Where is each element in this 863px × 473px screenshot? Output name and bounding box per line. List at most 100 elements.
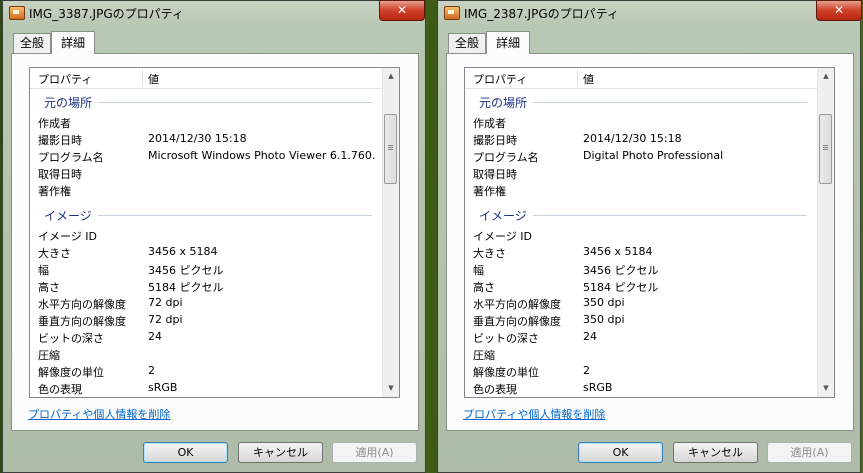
properties-window-right: IMG_2387.JPGのプロパティ ✕ 全般 詳細 プロパティ 値 元の場所 … <box>437 0 862 473</box>
property-list[interactable]: プロパティ 値 元の場所 作成者 撮影日時 2014/12/30 15:18 プロ… <box>464 67 835 398</box>
scrollbar-thumb[interactable] <box>819 114 832 184</box>
tab-general[interactable]: 全般 <box>448 33 486 53</box>
property-name: 撮影日時 <box>38 134 82 147</box>
tab-details[interactable]: 詳細 <box>51 31 95 54</box>
scrollbar-thumb[interactable] <box>384 114 397 184</box>
property-row[interactable]: 作成者 <box>465 114 817 131</box>
property-name: 垂直方向の解像度 <box>473 315 561 328</box>
vertical-scrollbar[interactable]: ▲ ▼ <box>382 68 399 397</box>
remove-properties-link[interactable]: プロパティや個人情報を削除 <box>463 406 605 422</box>
property-row[interactable]: ビットの深さ 24 <box>465 329 817 346</box>
title-bar[interactable]: IMG_2387.JPGのプロパティ ✕ <box>438 0 862 27</box>
property-row[interactable]: 取得日時 <box>465 165 817 182</box>
property-row[interactable]: 大きさ 3456 x 5184 <box>465 244 817 261</box>
group-origin: 元の場所 <box>465 94 817 111</box>
property-name: 大きさ <box>473 247 506 260</box>
property-row[interactable]: 水平方向の解像度 72 dpi <box>30 295 382 312</box>
column-header-property[interactable]: プロパティ <box>38 71 92 87</box>
scroll-down-icon[interactable]: ▼ <box>818 380 834 397</box>
scroll-up-icon[interactable]: ▲ <box>818 68 834 85</box>
property-name: ビットの深さ <box>473 332 539 345</box>
property-value: 3456 ピクセル <box>583 264 659 277</box>
property-row[interactable]: 著作権 <box>465 182 817 199</box>
properties-window-left: IMG_3387.JPGのプロパティ ✕ 全般 詳細 プロパティ 値 元の場所 … <box>2 0 426 473</box>
close-icon: ✕ <box>833 3 845 17</box>
property-row[interactable]: 水平方向の解像度 350 dpi <box>465 295 817 312</box>
details-panel: プロパティ 値 元の場所 作成者 撮影日時 2014/12/30 15:18 プロ… <box>446 53 854 431</box>
remove-properties-link[interactable]: プロパティや個人情報を削除 <box>28 406 170 422</box>
property-row[interactable]: プログラム名 Microsoft Windows Photo Viewer 6.1… <box>30 148 382 165</box>
group-image: イメージ <box>30 207 382 224</box>
close-button[interactable]: ✕ <box>379 0 425 21</box>
property-name: 高さ <box>38 281 60 294</box>
property-name: 大きさ <box>38 247 71 260</box>
ok-button[interactable]: OK <box>578 442 663 463</box>
property-row[interactable]: 圧縮 <box>30 346 382 363</box>
cancel-button[interactable]: キャンセル <box>238 442 323 463</box>
list-header: プロパティ 値 <box>465 68 817 89</box>
property-name: 作成者 <box>38 117 71 130</box>
column-header-property[interactable]: プロパティ <box>473 71 527 87</box>
property-value: 2 <box>583 364 590 377</box>
image-file-icon <box>9 6 25 20</box>
property-row[interactable]: 色の表現 sRGB <box>465 380 817 397</box>
property-row[interactable]: 垂直方向の解像度 350 dpi <box>465 312 817 329</box>
property-name: ビットの深さ <box>38 332 104 345</box>
property-row[interactable]: プログラム名 Digital Photo Professional <box>465 148 817 165</box>
window-title: IMG_2387.JPGのプロパティ <box>464 7 619 21</box>
close-button[interactable]: ✕ <box>816 0 862 21</box>
property-value: 2 <box>148 364 155 377</box>
cancel-button[interactable]: キャンセル <box>673 442 758 463</box>
property-row[interactable]: 大きさ 3456 x 5184 <box>30 244 382 261</box>
property-name: 幅 <box>473 264 484 277</box>
property-row[interactable]: 解像度の単位 2 <box>30 363 382 380</box>
tab-details[interactable]: 詳細 <box>486 31 530 54</box>
ok-button[interactable]: OK <box>143 442 228 463</box>
grip-icon <box>823 145 828 146</box>
group-label: イメージ <box>479 207 533 224</box>
property-name: 取得日時 <box>38 168 82 181</box>
tab-general[interactable]: 全般 <box>13 33 51 53</box>
property-row[interactable]: 取得日時 <box>30 165 382 182</box>
property-row[interactable]: 著作権 <box>30 182 382 199</box>
column-header-value[interactable]: 値 <box>148 71 159 87</box>
property-name: 幅 <box>38 264 49 277</box>
property-row[interactable]: 高さ 5184 ピクセル <box>465 278 817 295</box>
property-row[interactable]: 色の表現 sRGB <box>30 380 382 397</box>
property-row[interactable]: 垂直方向の解像度 72 dpi <box>30 312 382 329</box>
scroll-up-icon[interactable]: ▲ <box>383 68 399 85</box>
apply-button[interactable]: 適用(A) <box>332 442 417 463</box>
property-value: 3456 x 5184 <box>148 245 218 258</box>
property-value: sRGB <box>148 381 178 394</box>
column-divider[interactable] <box>142 69 143 86</box>
property-value: Digital Photo Professional <box>583 149 724 162</box>
apply-button[interactable]: 適用(A) <box>767 442 852 463</box>
property-value: 3456 x 5184 <box>583 245 653 258</box>
property-row[interactable]: 解像度の単位 2 <box>465 363 817 380</box>
property-name: 高さ <box>473 281 495 294</box>
property-row[interactable]: 高さ 5184 ピクセル <box>30 278 382 295</box>
scroll-down-icon[interactable]: ▼ <box>383 380 399 397</box>
window-title: IMG_3387.JPGのプロパティ <box>29 7 184 21</box>
column-header-value[interactable]: 値 <box>583 71 594 87</box>
property-name: 色の表現 <box>38 383 82 396</box>
property-name: 取得日時 <box>473 168 517 181</box>
property-name: 水平方向の解像度 <box>38 298 126 311</box>
list-header: プロパティ 値 <box>30 68 382 89</box>
property-row[interactable]: イメージ ID <box>30 227 382 244</box>
property-list[interactable]: プロパティ 値 元の場所 作成者 撮影日時 2014/12/30 15:18 プロ… <box>29 67 400 398</box>
property-value: 3456 ピクセル <box>148 264 224 277</box>
property-row[interactable]: 幅 3456 ピクセル <box>30 261 382 278</box>
property-value: 24 <box>583 330 597 343</box>
property-row[interactable]: 撮影日時 2014/12/30 15:18 <box>465 131 817 148</box>
property-name: 解像度の単位 <box>38 366 104 379</box>
property-row[interactable]: 撮影日時 2014/12/30 15:18 <box>30 131 382 148</box>
property-row[interactable]: 幅 3456 ピクセル <box>465 261 817 278</box>
property-row[interactable]: 圧縮 <box>465 346 817 363</box>
column-divider[interactable] <box>577 69 578 86</box>
property-row[interactable]: ビットの深さ 24 <box>30 329 382 346</box>
property-row[interactable]: イメージ ID <box>465 227 817 244</box>
property-row[interactable]: 作成者 <box>30 114 382 131</box>
title-bar[interactable]: IMG_3387.JPGのプロパティ ✕ <box>3 0 425 27</box>
vertical-scrollbar[interactable]: ▲ ▼ <box>817 68 834 397</box>
